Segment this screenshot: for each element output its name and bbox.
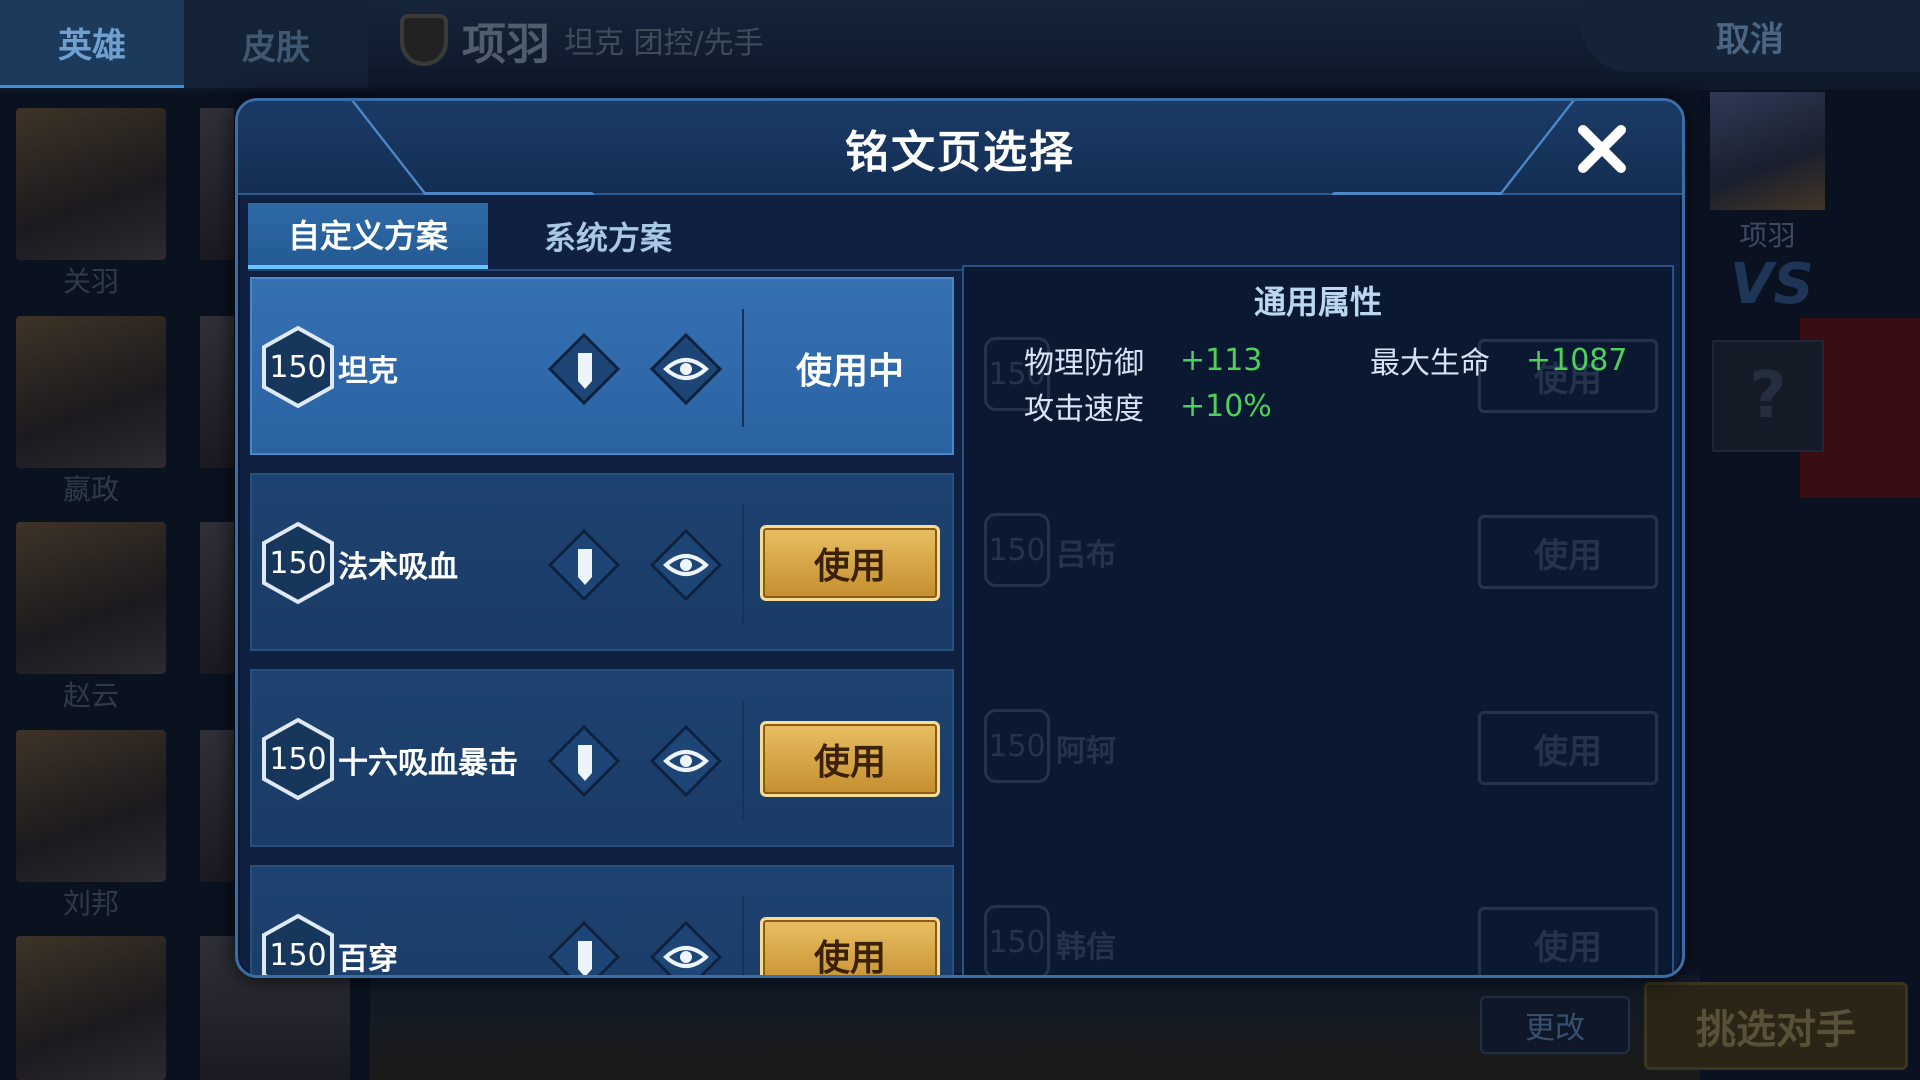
ghost-use-button: 使用 xyxy=(1478,907,1658,975)
attribute-panel: 150 使用 150 吕布 使用 150 阿轲 使用 150 韩信 使用 通用属… xyxy=(962,265,1674,975)
ghost-name: 阿轲 xyxy=(1056,734,1116,769)
use-button[interactable]: 使用 xyxy=(760,917,940,975)
pick-opponent-button[interactable]: 挑选对手 xyxy=(1644,982,1908,1070)
attribute-max-hp: 最大生命 +1087 xyxy=(1370,337,1627,383)
attribute-title: 通用属性 xyxy=(1253,283,1382,321)
ghost-level: 150 xyxy=(984,905,1050,975)
hero-label: 嬴政 xyxy=(62,473,119,506)
level-number: 150 xyxy=(269,349,327,385)
eye-icon xyxy=(649,724,723,798)
hero-portrait[interactable] xyxy=(16,730,166,882)
hero-portrait[interactable] xyxy=(200,730,234,882)
hero-portrait[interactable] xyxy=(16,108,166,260)
opponent-name: 项羽 xyxy=(1739,219,1796,252)
eye-icon xyxy=(649,920,723,975)
eye-icon xyxy=(649,332,723,406)
attribute-label: 攻击速度 xyxy=(1024,392,1144,427)
rune-page-dialog: 铭文页选择 自定义方案 系统方案 150 使用 150 吕布 使用 150 阿轲… xyxy=(235,98,1685,978)
attribute-label: 物理防御 xyxy=(1024,346,1144,381)
hero-label: 赵云 xyxy=(62,679,119,712)
pencil-icon xyxy=(547,724,621,798)
use-button[interactable]: 使用 xyxy=(760,525,940,601)
attribute-value: +1087 xyxy=(1526,342,1628,378)
ghost-name: 韩信 xyxy=(1056,930,1116,965)
attribute-value: +113 xyxy=(1180,342,1263,378)
hero-portrait[interactable] xyxy=(16,316,166,468)
rune-page-row[interactable]: 150 十六吸血暴击 使用 xyxy=(250,669,954,847)
edit-button[interactable] xyxy=(546,331,622,407)
view-button[interactable] xyxy=(648,527,724,603)
in-use-label: 使用中 xyxy=(795,351,904,392)
tab-system[interactable]: 系统方案 xyxy=(488,203,728,269)
hero-portrait[interactable] xyxy=(200,108,234,260)
rune-page-name: 百穿 xyxy=(338,942,398,977)
attribute-value: +10% xyxy=(1180,388,1272,424)
ghost-row: 150 韩信 使用 xyxy=(964,855,1672,975)
ghost-name: 吕布 xyxy=(1056,538,1116,573)
ghost-use-button: 使用 xyxy=(1478,711,1658,785)
edit-button[interactable] xyxy=(546,723,622,799)
tab-custom[interactable]: 自定义方案 xyxy=(248,203,488,269)
hero-name: 项羽 xyxy=(462,19,550,70)
divider xyxy=(742,701,744,819)
rune-page-row[interactable]: 150 百穿 使用 xyxy=(250,865,954,977)
pencil-icon xyxy=(547,332,621,406)
rune-page-row[interactable]: 150 坦克 使用中 xyxy=(250,277,954,455)
level-badge: 150 xyxy=(260,913,336,975)
opponent-portrait xyxy=(1710,92,1825,210)
ghost-level: 150 xyxy=(984,513,1050,587)
ghost-row: 150 阿轲 使用 xyxy=(964,659,1672,837)
hero-portrait[interactable] xyxy=(200,522,234,674)
tab-skins[interactable]: 皮肤 xyxy=(184,0,368,88)
rune-page-list: 150 坦克 使用中 150 法术吸血 使用 150 十六吸血暴击 使用 150… xyxy=(250,277,956,977)
edit-button[interactable] xyxy=(546,919,622,975)
ghost-row: 150 吕布 使用 xyxy=(964,463,1672,641)
change-button[interactable]: 更改 xyxy=(1480,996,1630,1054)
vs-label: VS xyxy=(1730,252,1814,317)
divider xyxy=(742,897,744,975)
tab-heroes[interactable]: 英雄 xyxy=(0,0,184,88)
level-number: 150 xyxy=(269,741,327,777)
view-button[interactable] xyxy=(648,919,724,975)
level-number: 150 xyxy=(269,545,327,581)
rune-page-name: 法术吸血 xyxy=(338,550,458,585)
level-badge: 150 xyxy=(260,521,336,605)
divider xyxy=(742,505,744,623)
rune-tabs: 自定义方案 系统方案 xyxy=(248,203,728,269)
tank-shield-icon xyxy=(400,14,448,66)
level-badge: 150 xyxy=(260,325,336,409)
hero-portrait[interactable] xyxy=(16,936,166,1080)
close-button[interactable] xyxy=(1572,119,1632,179)
view-button[interactable] xyxy=(648,723,724,799)
rune-page-name: 坦克 xyxy=(338,354,398,389)
hero-portrait[interactable] xyxy=(16,522,166,674)
hero-portrait[interactable] xyxy=(200,316,234,468)
attribute-physical-defense: 物理防御 +113 xyxy=(1024,337,1262,383)
hero-label: 刘邦 xyxy=(62,887,119,920)
divider xyxy=(742,309,744,427)
rune-page-row[interactable]: 150 法术吸血 使用 xyxy=(250,473,954,651)
hero-label: 关羽 xyxy=(62,265,119,298)
view-button[interactable] xyxy=(648,331,724,407)
ghost-level: 150 xyxy=(984,709,1050,783)
cancel-button[interactable]: 取消 xyxy=(1580,0,1920,72)
dialog-header: 铭文页选择 xyxy=(238,101,1682,195)
hero-role: 坦克 团控/先手 xyxy=(564,26,764,61)
hero-header: 项羽 坦克 团控/先手 xyxy=(400,8,764,72)
ghost-use-button: 使用 xyxy=(1478,515,1658,589)
rune-page-name: 十六吸血暴击 xyxy=(338,746,518,781)
attribute-attack-speed: 攻击速度 +10% xyxy=(1024,383,1272,429)
use-button[interactable]: 使用 xyxy=(760,721,940,797)
close-icon xyxy=(1578,125,1626,173)
attribute-label: 最大生命 xyxy=(1370,346,1490,381)
pencil-icon xyxy=(547,920,621,975)
eye-icon xyxy=(649,528,723,602)
level-badge: 150 xyxy=(260,717,336,801)
edit-button[interactable] xyxy=(546,527,622,603)
level-number: 150 xyxy=(269,937,327,973)
dialog-title: 铭文页选择 xyxy=(845,127,1075,178)
unknown-opponent-icon: ? xyxy=(1712,340,1824,452)
pencil-icon xyxy=(547,528,621,602)
